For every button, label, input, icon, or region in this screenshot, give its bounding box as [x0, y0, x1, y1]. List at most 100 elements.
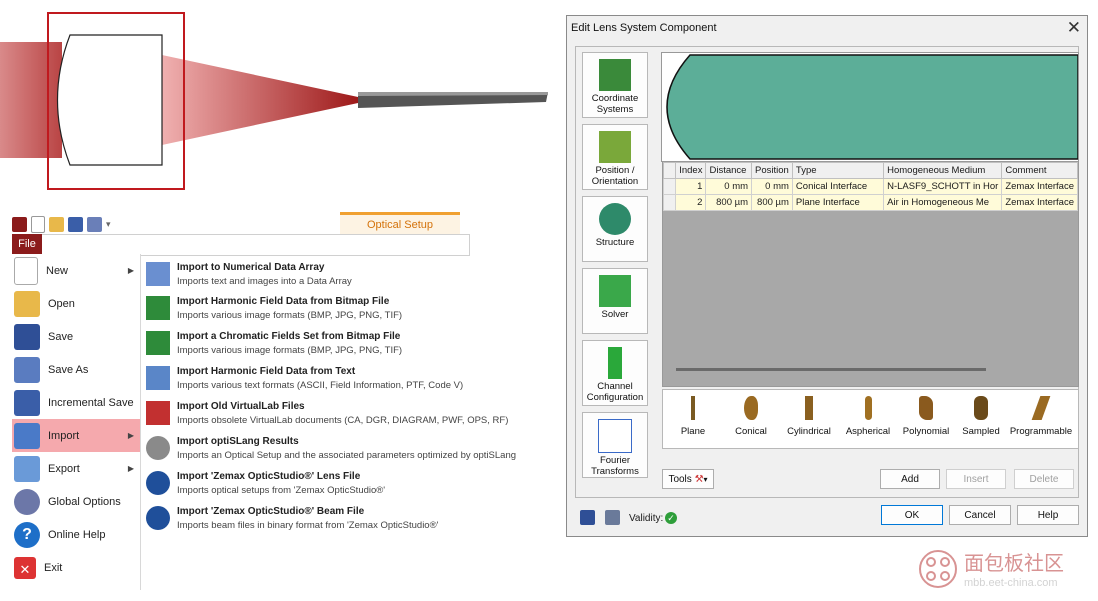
import-option-harmonic-bitmap[interactable]: Import Harmonic Field Data from Bitmap F… [142, 292, 562, 326]
structure-icon [599, 203, 631, 235]
tools-dropdown[interactable]: Tools ⚒▾ [662, 469, 714, 489]
close-icon[interactable]: ✕ [1067, 18, 1081, 38]
aspherical-lens-icon [864, 396, 872, 420]
lens-surface-table: Index Distance Position Type Homogeneous… [662, 162, 1078, 211]
file-menu-panel: ▾ Optical Setup File New ▶ Open Save Sav… [12, 212, 560, 592]
lens-beam-diagram [0, 12, 548, 190]
table-header-row: Index Distance Position Type Homogeneous… [662, 162, 1078, 179]
menu-item-online-help[interactable]: ? Online Help [12, 518, 140, 551]
fourier-transforms-button[interactable]: Fourier Transforms [582, 412, 648, 478]
cylindrical-lens-icon [805, 396, 813, 420]
menu-item-save-as[interactable]: Save As [12, 353, 140, 386]
horizontal-scrollbar[interactable] [676, 368, 986, 371]
new-icon [14, 256, 38, 285]
edit-lens-dialog: Edit Lens System Component ✕ Coordinate … [566, 15, 1088, 537]
tab-optical-setup[interactable]: Optical Setup [340, 212, 460, 235]
tools-icon: ⚒ [694, 474, 704, 485]
menu-item-save[interactable]: Save [12, 320, 140, 353]
new-document-icon[interactable] [31, 215, 45, 233]
focused-beam [162, 55, 358, 145]
import-option-data-array[interactable]: Import to Numerical Data Array Imports t… [142, 258, 562, 292]
plane-lens-icon [691, 396, 695, 420]
data-array-icon [146, 262, 170, 286]
lens-type-palette: Plane Conical Cylindrical Aspherical Pol… [662, 389, 1079, 449]
incoming-beam [0, 42, 62, 158]
submenu-arrow-icon: ▶ [127, 431, 134, 440]
save-icon[interactable] [580, 510, 595, 525]
table-row[interactable]: 1 0 mm 0 mm Conical Interface N-LASF9_SC… [662, 178, 1078, 195]
position-orientation-icon [599, 131, 631, 163]
table-row[interactable]: 2 800 µm 800 µm Plane Interface Air in H… [662, 194, 1078, 211]
save-icon[interactable] [68, 216, 83, 232]
lens-type-plane[interactable]: Plane [671, 390, 715, 448]
lens-type-polynomial[interactable]: Polynomial [899, 390, 953, 448]
import-submenu: Import to Numerical Data Array Imports t… [142, 254, 562, 590]
position-orientation-button[interactable]: Position / Orientation [582, 124, 648, 190]
validity-label: Validity: [629, 513, 664, 524]
menu-item-incremental-save[interactable]: Incremental Save [12, 386, 140, 419]
import-option-optislang[interactable]: Import optiSLang Results Imports an Opti… [142, 432, 562, 466]
app-logo-icon [12, 216, 27, 232]
watermark: 面包板社区 mbb.eet-china.com [918, 547, 1098, 599]
help-button[interactable]: Help [1017, 505, 1079, 525]
delete-button[interactable]: Delete [1014, 469, 1074, 489]
quick-access-toolbar: ▾ [12, 212, 111, 236]
conical-lens-icon [744, 396, 758, 420]
import-option-zemax-lens[interactable]: Import 'Zemax OpticStudio®' Lens File Im… [142, 467, 562, 501]
menu-item-import[interactable]: Import ▶ [12, 419, 140, 452]
menu-item-export[interactable]: Export ▶ [12, 452, 140, 485]
coordinate-systems-button[interactable]: Coordinate Systems [582, 52, 648, 118]
import-option-harmonic-text[interactable]: Import Harmonic Field Data from Text Imp… [142, 362, 562, 396]
save-as-icon [14, 356, 40, 383]
bitmap-field-icon [146, 296, 170, 320]
gears-icon [14, 488, 40, 515]
watermark-url: mbb.eet-china.com [964, 577, 1058, 589]
ribbon-bar [12, 234, 470, 256]
programmable-lens-icon [1031, 396, 1051, 420]
text-field-icon [146, 366, 170, 390]
save-icon [14, 323, 40, 350]
structure-button[interactable]: Structure [582, 196, 648, 262]
lens-type-cylindrical[interactable]: Cylindrical [781, 390, 837, 448]
open-folder-icon [14, 290, 40, 317]
menu-item-exit[interactable]: ✕ Exit [12, 551, 140, 584]
sampled-lens-icon [974, 396, 988, 420]
import-option-chromatic-bitmap[interactable]: Import a Chromatic Fields Set from Bitma… [142, 327, 562, 361]
menu-item-new[interactable]: New ▶ [12, 254, 140, 287]
solver-icon [599, 275, 631, 307]
optislang-icon [146, 436, 170, 460]
lens-illustration [0, 0, 560, 200]
channel-configuration-button[interactable]: Channel Configuration [582, 340, 648, 406]
lens-type-conical[interactable]: Conical [729, 390, 773, 448]
menu-item-open[interactable]: Open [12, 287, 140, 320]
window-icon[interactable] [87, 216, 102, 232]
dialog-content: Coordinate Systems Position / Orientatio… [575, 46, 1079, 498]
file-menu-button[interactable]: File [12, 234, 42, 254]
lens-type-programmable[interactable]: Programmable [1007, 390, 1075, 448]
ok-button[interactable]: OK [881, 505, 943, 525]
import-option-old-virtuallab[interactable]: Import Old VirtualLab Files Imports obso… [142, 397, 562, 431]
lens-shape [56, 34, 163, 166]
chromatic-field-icon [146, 331, 170, 355]
lens-preview [661, 52, 1079, 162]
import-option-zemax-beam[interactable]: Import 'Zemax OpticStudio®' Beam File Im… [142, 502, 562, 536]
catalog-icon[interactable] [605, 510, 620, 525]
exit-icon: ✕ [14, 556, 36, 579]
add-button[interactable]: Add [880, 469, 940, 489]
zemax-icon [146, 506, 170, 530]
lens-type-aspherical[interactable]: Aspherical [843, 390, 893, 448]
lens-type-sampled[interactable]: Sampled [959, 390, 1003, 448]
cancel-button[interactable]: Cancel [949, 505, 1011, 525]
insert-button[interactable]: Insert [946, 469, 1006, 489]
open-folder-icon[interactable] [49, 216, 64, 232]
chevron-down-icon: ▾ [703, 475, 708, 484]
validity-ok-icon: ✓ [665, 512, 677, 524]
menu-item-global-options[interactable]: Global Options [12, 485, 140, 518]
export-icon [14, 455, 40, 482]
zemax-icon [146, 471, 170, 495]
incremental-save-icon [14, 389, 40, 416]
solver-button[interactable]: Solver [582, 268, 648, 334]
lens-preview-drawing [662, 53, 1078, 161]
import-icon [14, 422, 40, 449]
customize-toolbar-icon[interactable]: ▾ [106, 219, 111, 230]
